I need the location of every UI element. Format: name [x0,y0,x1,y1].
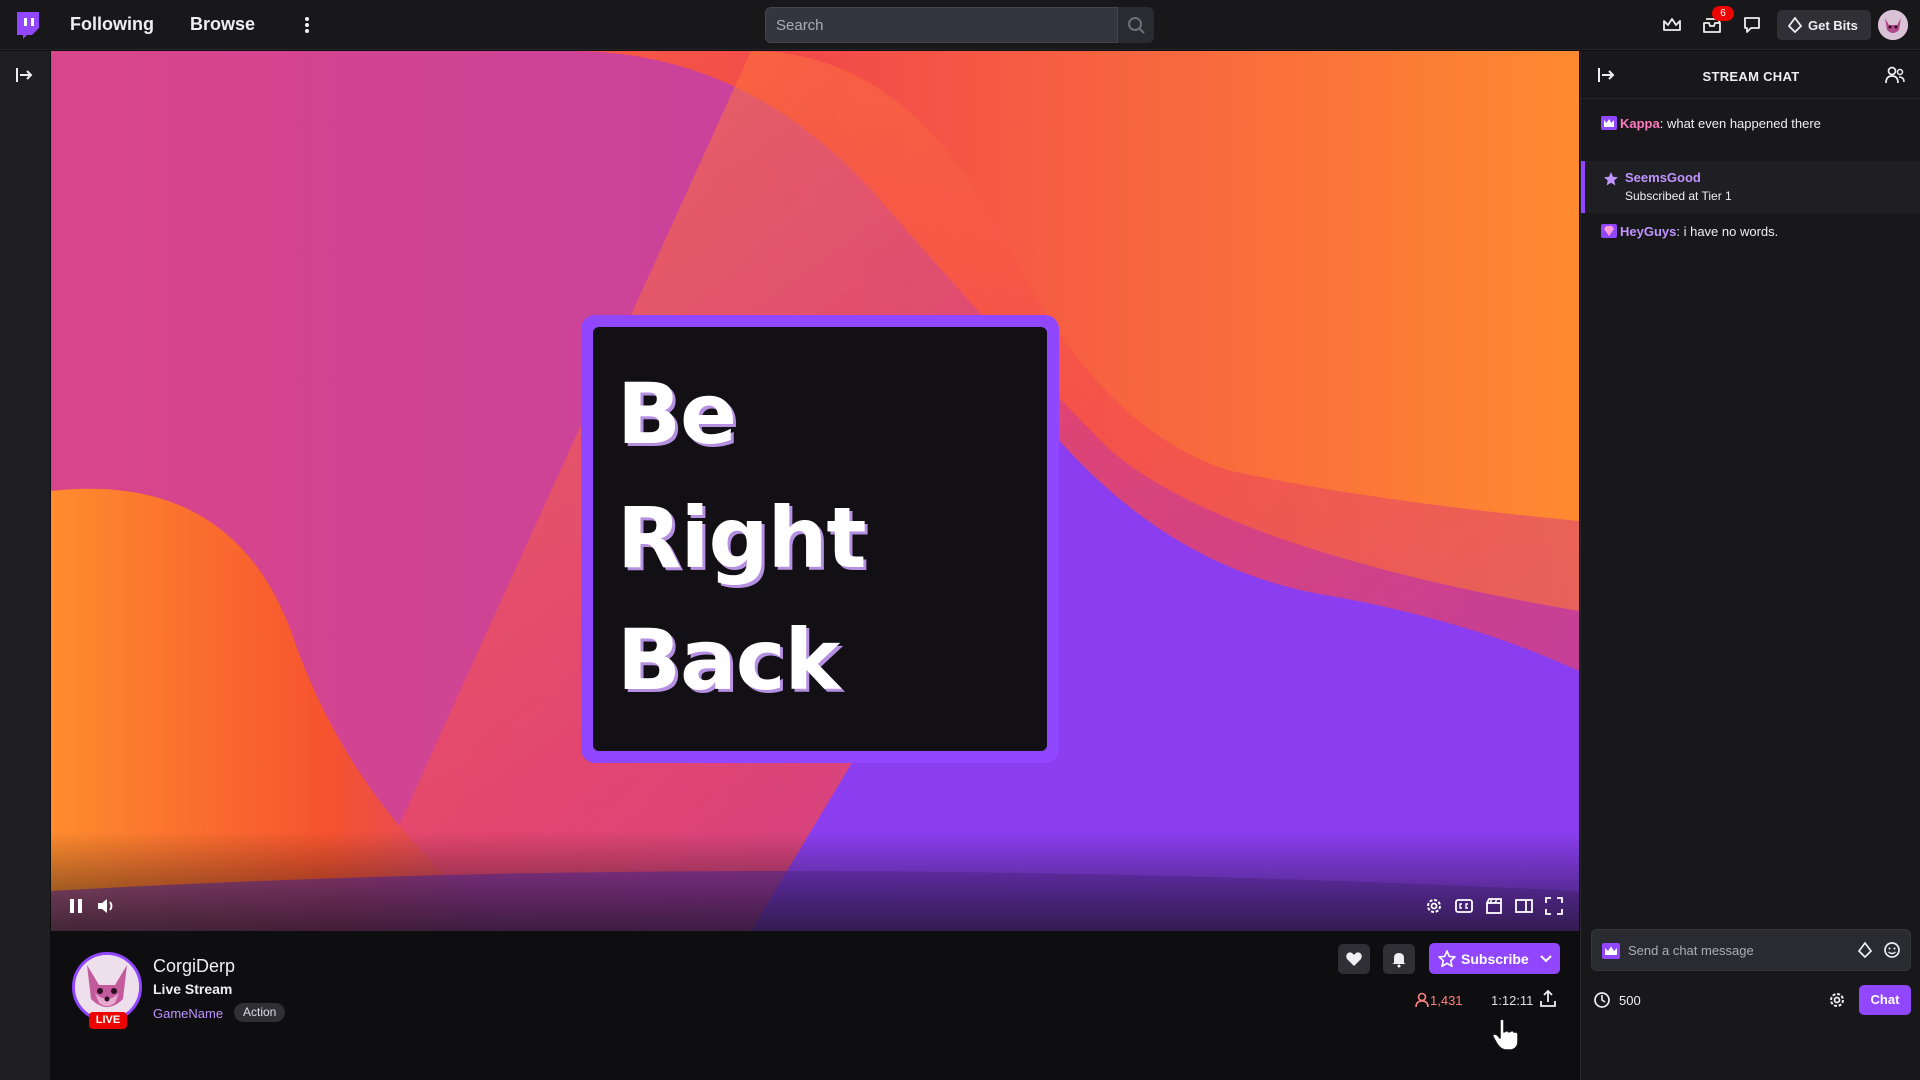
send-chat-button[interactable]: Chat [1859,985,1911,1015]
follow-button[interactable] [1338,944,1370,974]
chat-message-input[interactable]: Send a chat message [1591,929,1911,971]
chat-title: STREAM CHAT [1702,69,1800,84]
volume-icon[interactable] [96,896,116,916]
brb-line-3: Back [617,611,840,709]
brb-line-1: Be [617,365,737,463]
chat-message-text: : i have no words. [1676,224,1779,239]
user-avatar[interactable] [1878,10,1908,40]
stream-title: Live Stream [153,981,233,997]
whispers-icon[interactable] [1740,13,1764,37]
star-icon [1604,172,1618,186]
subscribe-button[interactable]: Subscribe [1429,943,1560,974]
chat-header: STREAM CHAT [1581,51,1920,99]
live-badge: LIVE [89,1012,127,1029]
hand-cursor-icon [1492,1018,1519,1051]
chat-message-text: : what even happened there [1659,116,1821,131]
chat-message: Kappa: what even happened there [1601,114,1901,134]
chat-input-placeholder: Send a chat message [1628,943,1754,958]
more-vertical-icon[interactable] [300,15,314,35]
settings-gear-icon[interactable] [1424,896,1444,916]
pause-icon[interactable] [66,896,86,916]
emote-picker-icon[interactable] [1883,941,1901,959]
twitch-logo-icon[interactable] [14,11,40,39]
share-icon[interactable] [1538,989,1558,1009]
crown-badge-icon [1601,116,1617,130]
channel-info-panel: LIVE CorgiDerp Live Stream GameName Acti… [51,931,1589,1080]
community-users-icon[interactable] [1884,64,1906,86]
corgi-avatar-icon [75,955,139,1019]
left-sidebar [0,51,50,1080]
subscription-notice: SeemsGood Subscribed at Tier 1 [1581,161,1920,213]
channel-points-balance: 500 [1619,993,1641,1008]
bell-icon [1392,953,1406,968]
channel-points-icon[interactable] [1593,991,1611,1009]
chat-username[interactable]: Kappa [1620,116,1660,131]
game-link[interactable]: GameName [153,1006,223,1021]
viewer-count: 1,431 [1430,993,1463,1008]
video-player[interactable]: Be Right Back [51,51,1579,931]
top-nav-bar: Following Browse Search 6 Get Bits [0,0,1920,50]
star-icon [1438,950,1456,968]
chat-username[interactable]: HeyGuys [1620,224,1676,239]
channel-name[interactable]: CorgiDerp [153,956,235,977]
chat-message: HeyGuys: i have no words. [1601,222,1901,242]
notifications-button[interactable] [1383,944,1415,974]
heart-icon [1346,952,1362,966]
theatre-mode-icon[interactable] [1514,896,1534,916]
chat-settings-gear-icon[interactable] [1827,990,1847,1010]
subscription-text: Subscribed at Tier 1 [1625,189,1732,203]
viewer-person-icon [1415,992,1429,1008]
clip-icon[interactable] [1484,896,1504,916]
notification-count-badge: 6 [1712,6,1734,21]
corgi-avatar-icon [1878,10,1908,40]
stream-tag[interactable]: Action [234,1003,286,1022]
nav-browse[interactable]: Browse [190,14,255,35]
be-right-back-card: Be Right Back [581,315,1059,763]
subscriber-username[interactable]: SeemsGood [1625,170,1701,185]
subscribe-label: Subscribe [1461,951,1529,967]
closed-captions-icon[interactable] [1454,896,1474,916]
bits-icon [1787,17,1803,33]
get-bits-button[interactable]: Get Bits [1777,10,1871,40]
bits-icon[interactable] [1856,941,1874,959]
be-right-back-panel: Be Right Back [593,327,1047,751]
search-icon [1128,17,1145,34]
search-button[interactable] [1118,7,1154,43]
get-bits-label: Get Bits [1808,18,1858,33]
player-controls-shade [51,831,1579,931]
expand-sidebar-icon[interactable] [14,65,34,85]
nav-following[interactable]: Following [70,14,154,35]
chevron-down-icon[interactable] [1539,952,1553,966]
crown-badge-icon[interactable] [1602,943,1620,959]
chat-panel: STREAM CHAT Kappa: what even happened th… [1580,51,1920,1080]
search-input[interactable]: Search [765,7,1118,43]
fullscreen-icon[interactable] [1544,896,1564,916]
prime-crown-icon[interactable] [1660,13,1684,37]
stream-uptime: 1:12:11 [1491,993,1534,1008]
brb-line-2: Right [617,489,867,587]
gem-badge-icon [1601,224,1617,238]
